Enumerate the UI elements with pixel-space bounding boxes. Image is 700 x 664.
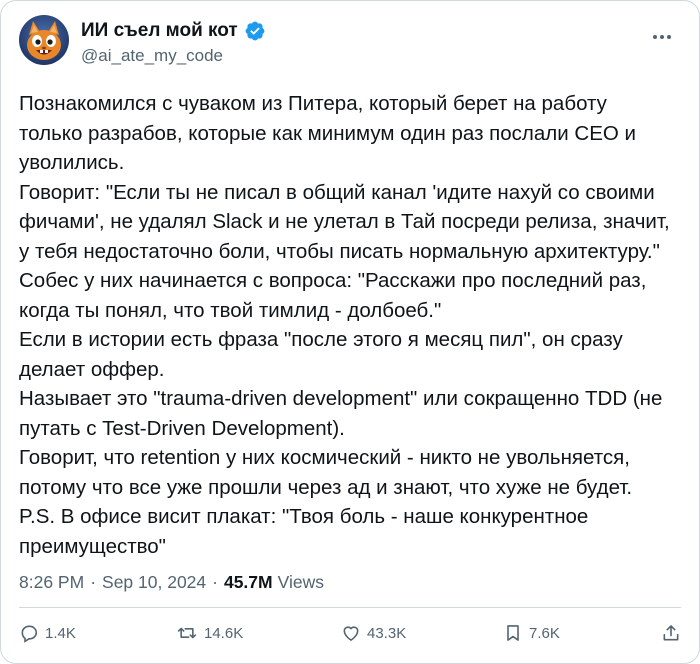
verified-badge-icon[interactable] (244, 20, 266, 42)
repost-count: 14.6K (204, 624, 244, 642)
reply-icon (21, 625, 38, 643)
tweet-text: Познакомился с чуваком из Питера, которы… (19, 92, 670, 558)
repost-button[interactable]: 14.6K (176, 623, 243, 643)
meta-separator: · (212, 572, 218, 592)
meta-separator: · (90, 572, 97, 592)
divider (19, 607, 681, 608)
repost-icon (177, 627, 197, 639)
like-count: 43.3K (367, 624, 407, 642)
tweet-header: ИИ съел мой кот @ai_ate_my_code (19, 15, 685, 69)
author-handle[interactable]: @ai_ate_my_code (81, 46, 266, 66)
tweet-date[interactable]: Sep 10, 2024 (102, 572, 206, 593)
like-button[interactable]: 43.3K (341, 623, 406, 643)
bookmark-button[interactable]: 7.6K (503, 623, 560, 643)
display-name[interactable]: ИИ съел мой кот (81, 20, 238, 42)
author-names: ИИ съел мой кот @ai_ate_my_code (81, 19, 266, 66)
heart-icon (343, 626, 359, 641)
more-options-icon[interactable] (647, 25, 677, 49)
views-count[interactable]: 45.7M (224, 572, 273, 593)
reply-button[interactable]: 1.4K (19, 623, 76, 643)
share-button[interactable] (661, 623, 687, 643)
views-label: Views (277, 572, 324, 592)
tweet-card: ИИ съел мой кот @ai_ate_my_code Познаком… (0, 0, 700, 664)
reply-count: 1.4K (45, 624, 76, 642)
bookmark-count: 7.6K (529, 624, 560, 642)
display-name-row: ИИ съел мой кот (81, 19, 266, 43)
cat-avatar-icon (19, 15, 69, 65)
tweet-meta: 8:26 PM · Sep 10, 2024 · 45.7M Views (19, 572, 324, 593)
tweet-time[interactable]: 8:26 PM (19, 572, 84, 593)
avatar[interactable] (19, 15, 69, 65)
action-bar: 1.4K 14.6K 43.3K 7.6K (19, 623, 681, 647)
bookmark-icon (507, 625, 519, 641)
share-icon (663, 625, 679, 641)
